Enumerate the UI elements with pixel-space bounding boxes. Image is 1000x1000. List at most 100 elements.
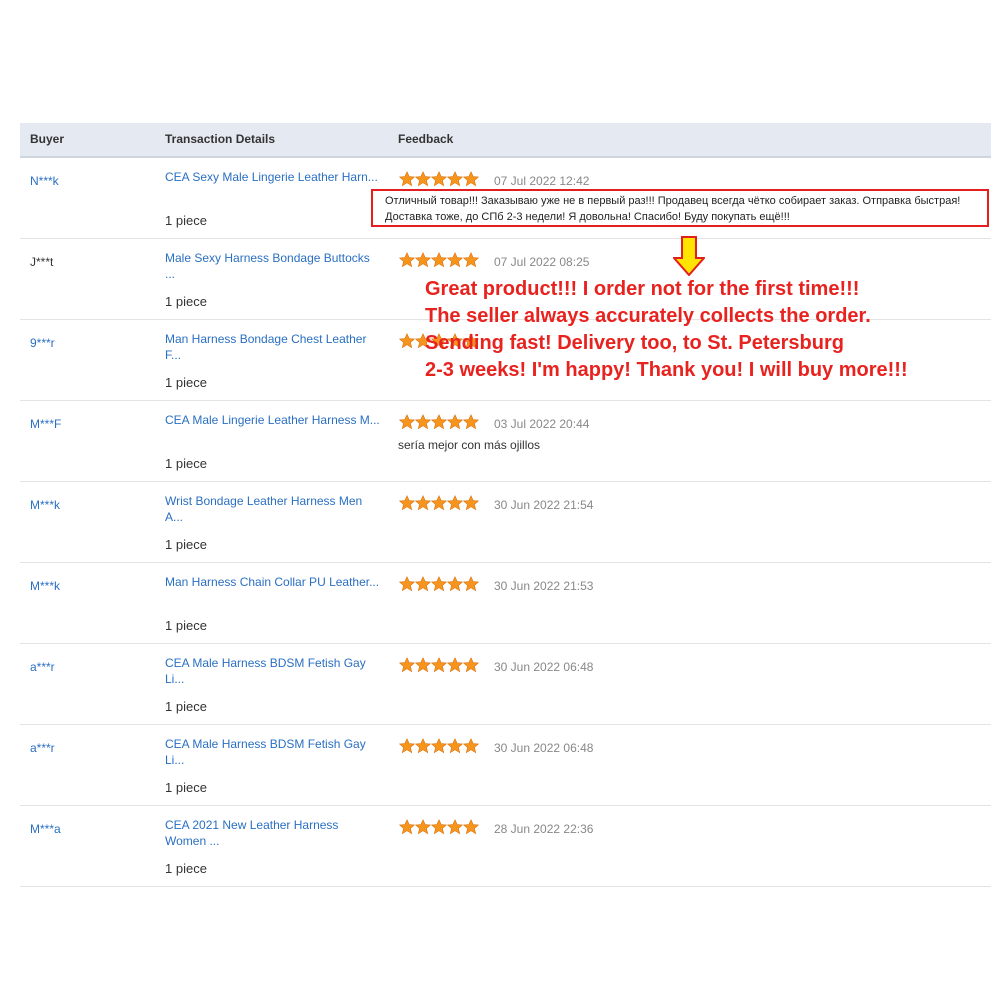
table-row: a***r CEA Male Harness BDSM Fetish Gay Li…: [20, 725, 991, 806]
star-rating: [399, 252, 479, 268]
feedback-date: 30 Jun 2022 21:53: [494, 579, 594, 593]
star-icon: [447, 171, 463, 187]
star-icon: [399, 414, 415, 430]
star-icon: [463, 657, 479, 673]
table-row: M***a CEA 2021 New Leather Harness Women …: [20, 806, 991, 887]
feedback-table: Buyer Transaction Details Feedback N***k…: [20, 123, 991, 887]
table-row: M***F CEA Male Lingerie Leather Harness M…: [20, 401, 991, 482]
product-link[interactable]: CEA Male Harness BDSM Fetish Gay Li...: [165, 736, 380, 768]
feedback-date: 30 Jun 2022 06:48: [494, 660, 594, 674]
table-row: M***k Wrist Bondage Leather Harness Men A…: [20, 482, 991, 563]
feedback-date: 28 Jun 2022 22:36: [494, 822, 594, 836]
star-icon: [399, 495, 415, 511]
star-icon: [399, 819, 415, 835]
down-arrow-icon: [673, 236, 705, 276]
table-body: N***k CEA Sexy Male Lingerie Leather Harn…: [20, 158, 991, 887]
star-icon: [431, 252, 447, 268]
star-icon: [415, 657, 431, 673]
star-rating: [399, 738, 479, 754]
quantity: 1 piece: [165, 537, 207, 552]
product-link[interactable]: CEA Male Lingerie Leather Harness M...: [165, 412, 380, 428]
star-icon: [415, 819, 431, 835]
star-icon: [463, 414, 479, 430]
product-link[interactable]: CEA Sexy Male Lingerie Leather Harn...: [165, 169, 380, 185]
star-rating: [399, 576, 479, 592]
star-icon: [431, 819, 447, 835]
star-icon: [447, 657, 463, 673]
quantity: 1 piece: [165, 375, 207, 390]
star-rating: [399, 819, 479, 835]
feedback-date: 07 Jul 2022 08:25: [494, 255, 590, 269]
feedback-comment: sería mejor con más ojillos: [398, 438, 541, 452]
header-feedback: Feedback: [398, 132, 454, 146]
product-link[interactable]: Wrist Bondage Leather Harness Men A...: [165, 493, 380, 525]
buyer-name[interactable]: a***r: [30, 660, 55, 674]
star-icon: [463, 819, 479, 835]
buyer-name[interactable]: a***r: [30, 741, 55, 755]
star-icon: [431, 657, 447, 673]
highlighted-comment: Отличный товар!!! Заказываю уже не в пер…: [371, 189, 989, 227]
star-icon: [399, 738, 415, 754]
product-link[interactable]: CEA 2021 New Leather Harness Women ...: [165, 817, 380, 849]
star-icon: [463, 738, 479, 754]
star-icon: [447, 414, 463, 430]
star-rating: [399, 657, 479, 673]
star-rating: [399, 495, 479, 511]
product-link[interactable]: Male Sexy Harness Bondage Buttocks ...: [165, 250, 380, 282]
star-icon: [447, 252, 463, 268]
translation-line: Sending fast! Delivery too, to St. Peter…: [425, 332, 844, 354]
star-icon: [463, 576, 479, 592]
star-icon: [447, 819, 463, 835]
star-icon: [431, 576, 447, 592]
feedback-date: 07 Jul 2022 12:42: [494, 174, 590, 188]
buyer-name[interactable]: M***F: [30, 417, 61, 431]
star-icon: [447, 495, 463, 511]
quantity: 1 piece: [165, 294, 207, 309]
star-icon: [399, 252, 415, 268]
buyer-name[interactable]: M***k: [30, 579, 60, 593]
quantity: 1 piece: [165, 861, 207, 876]
feedback-date: 03 Jul 2022 20:44: [494, 417, 590, 431]
star-icon: [431, 738, 447, 754]
feedback-date: 30 Jun 2022 21:54: [494, 498, 594, 512]
buyer-name[interactable]: N***k: [30, 174, 59, 188]
table-row: a***r CEA Male Harness BDSM Fetish Gay Li…: [20, 644, 991, 725]
quantity: 1 piece: [165, 699, 207, 714]
translation-line: The seller always accurately collects th…: [425, 305, 871, 327]
star-icon: [447, 738, 463, 754]
quantity: 1 piece: [165, 618, 207, 633]
product-link[interactable]: Man Harness Chain Collar PU Leather...: [165, 574, 380, 590]
star-icon: [431, 171, 447, 187]
star-icon: [399, 576, 415, 592]
table-row: M***k Man Harness Chain Collar PU Leather…: [20, 563, 991, 644]
translation-text: Great product!!! I order not for the fir…: [425, 276, 995, 384]
star-icon: [447, 576, 463, 592]
feedback-date: 30 Jun 2022 06:48: [494, 741, 594, 755]
star-icon: [431, 414, 447, 430]
header-transaction-details: Transaction Details: [165, 132, 276, 146]
quantity: 1 piece: [165, 780, 207, 795]
buyer-name[interactable]: J***t: [30, 255, 53, 269]
quantity: 1 piece: [165, 456, 207, 471]
translation-line: 2-3 weeks! I'm happy! Thank you! I will …: [425, 359, 908, 381]
quantity: 1 piece: [165, 213, 207, 228]
star-rating: [399, 414, 479, 430]
star-icon: [399, 333, 415, 349]
table-header: Buyer Transaction Details Feedback: [20, 123, 991, 158]
star-icon: [415, 414, 431, 430]
star-icon: [415, 495, 431, 511]
buyer-name[interactable]: M***k: [30, 498, 60, 512]
header-buyer: Buyer: [30, 132, 65, 146]
star-rating: [399, 171, 479, 187]
star-icon: [399, 171, 415, 187]
translation-line: Great product!!! I order not for the fir…: [425, 278, 860, 300]
buyer-name[interactable]: 9***r: [30, 336, 55, 350]
star-icon: [431, 495, 447, 511]
star-icon: [463, 171, 479, 187]
star-icon: [415, 576, 431, 592]
star-icon: [463, 252, 479, 268]
star-icon: [399, 657, 415, 673]
buyer-name[interactable]: M***a: [30, 822, 61, 836]
product-link[interactable]: CEA Male Harness BDSM Fetish Gay Li...: [165, 655, 380, 687]
product-link[interactable]: Man Harness Bondage Chest Leather F...: [165, 331, 380, 363]
